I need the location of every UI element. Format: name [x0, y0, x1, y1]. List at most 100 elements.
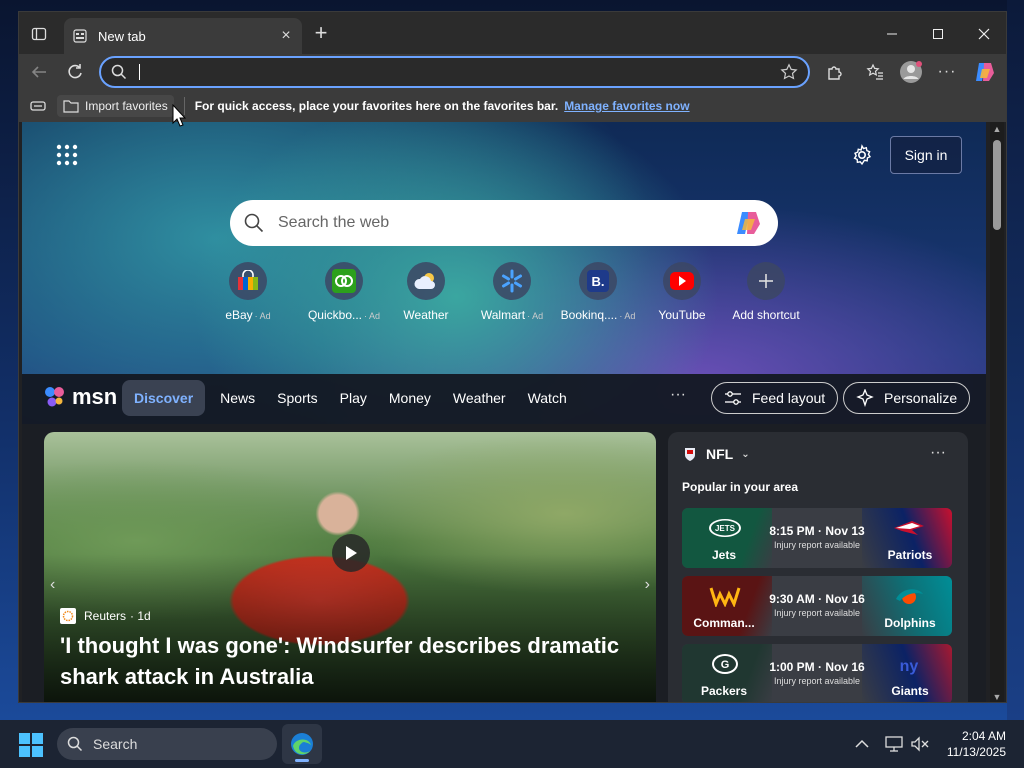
copilot-icon[interactable]	[734, 208, 764, 238]
page-settings-button[interactable]	[851, 144, 873, 166]
display-icon[interactable]	[884, 734, 904, 754]
game-time: 9:30 AM · Nov 16	[769, 592, 865, 606]
address-bar[interactable]	[99, 56, 810, 88]
search-icon	[67, 736, 83, 752]
chevron-down-icon: ⌄	[741, 448, 750, 460]
weather-icon	[407, 262, 445, 300]
tab-watch[interactable]: Watch	[517, 380, 578, 416]
page-scrollbar[interactable]: ▲ ▼	[990, 122, 1004, 702]
tab-actions-button[interactable]	[25, 21, 53, 47]
away-team: Giants	[891, 684, 929, 698]
taskbar-search[interactable]: Search	[57, 728, 277, 760]
profile-button[interactable]	[897, 59, 925, 85]
reuters-icon	[60, 608, 76, 624]
walmart-icon	[493, 262, 531, 300]
article-source: Reuters · 1d	[60, 608, 151, 624]
tab-sports[interactable]: Sports	[266, 380, 328, 416]
back-arrow-icon	[31, 66, 46, 78]
favorite-star-icon[interactable]	[780, 63, 798, 81]
address-input[interactable]	[144, 64, 780, 80]
maximize-button[interactable]	[915, 20, 961, 48]
msn-logo[interactable]: msn	[44, 384, 117, 410]
navigation-toolbar: ···	[19, 54, 1006, 90]
new-tab-page-icon	[72, 28, 88, 44]
carousel-next-icon[interactable]: ›	[645, 576, 650, 594]
shortcut-add[interactable]: Add shortcut	[724, 262, 808, 322]
shortcut-ebay[interactable]: eBay · Ad	[206, 262, 290, 322]
web-search-input[interactable]	[278, 214, 734, 232]
tab-new-tab[interactable]: New tab ×	[64, 18, 302, 54]
favorites-button[interactable]	[861, 59, 889, 85]
svg-text:JETS: JETS	[715, 524, 736, 533]
settings-more-button[interactable]: ···	[933, 59, 961, 85]
tab-weather[interactable]: Weather	[442, 380, 517, 416]
close-icon	[978, 28, 990, 40]
msn-more-button[interactable]: ···	[670, 386, 686, 404]
shortcut-quickbooks[interactable]: Quickbo... · Ad	[302, 262, 386, 322]
sign-in-button[interactable]: Sign in	[890, 136, 962, 174]
shortcut-youtube[interactable]: YouTube	[640, 262, 724, 322]
personalize-button[interactable]: Personalize	[843, 382, 971, 414]
volume-muted-icon[interactable]	[910, 734, 930, 754]
scroll-down-icon[interactable]: ▼	[992, 692, 1002, 702]
refresh-icon	[68, 64, 82, 79]
tab-close-icon[interactable]: ×	[278, 28, 294, 44]
scroll-up-icon[interactable]: ▲	[992, 124, 1002, 134]
nfl-subtitle: Popular in your area	[682, 480, 799, 494]
tab-news[interactable]: News	[209, 380, 266, 416]
minimize-button[interactable]	[869, 20, 915, 48]
game-row[interactable]: G ny 1:00 PM · Nov 16 Injury report avai…	[682, 644, 952, 702]
nfl-more-button[interactable]: ···	[930, 444, 946, 462]
carousel-prev-icon[interactable]: ‹	[50, 576, 55, 594]
manage-favorites-link[interactable]: Manage favorites now	[564, 99, 689, 113]
favorites-bar: Import favorites For quick access, place…	[19, 90, 1006, 122]
tab-discover[interactable]: Discover	[122, 380, 206, 416]
extensions-button[interactable]	[821, 59, 849, 85]
nfl-card: NFL ⌄ ··· Popular in your area JETS 8:15…	[668, 432, 968, 702]
hero-article-card[interactable]: ‹ › Reuters · 1d 'I thought I was gone':…	[44, 432, 656, 702]
play-button[interactable]	[332, 534, 370, 572]
tab-play[interactable]: Play	[329, 380, 378, 416]
app-launcher-button[interactable]	[56, 144, 78, 166]
taskbar-edge-button[interactable]	[282, 724, 322, 764]
active-indicator	[295, 759, 309, 762]
ad-badge: · Ad	[619, 311, 636, 321]
collections-icon[interactable]	[25, 100, 51, 112]
new-tab-button[interactable]: +	[309, 22, 333, 46]
refresh-button[interactable]	[61, 59, 89, 85]
scrollbar-thumb[interactable]	[993, 140, 1001, 230]
jets-logo-icon: JETS	[708, 516, 742, 540]
shortcut-booking[interactable]: B. Bookinq.... · Ad	[556, 262, 640, 322]
tab-title: New tab	[98, 28, 146, 44]
copilot-button[interactable]	[971, 59, 999, 85]
game-row[interactable]: JETS 8:15 PM · Nov 13 Injury report avai…	[682, 508, 952, 568]
game-row[interactable]: 9:30 AM · Nov 16 Injury report available…	[682, 576, 952, 636]
windows-start-icon[interactable]	[18, 732, 44, 758]
feed-layout-button[interactable]: Feed layout	[711, 382, 839, 414]
taskbar-search-label: Search	[93, 736, 138, 752]
svg-text:ny: ny	[900, 658, 919, 675]
injury-note: Injury report available	[773, 540, 861, 550]
web-search-box[interactable]	[230, 200, 778, 246]
mouse-cursor-icon	[172, 104, 186, 127]
minimize-icon	[887, 33, 897, 35]
clock-time: 2:04 AM	[961, 729, 1006, 743]
shortcut-label: eBay	[225, 308, 253, 322]
system-clock[interactable]: 2:04 AM 11/13/2025	[947, 728, 1006, 760]
back-button[interactable]	[25, 59, 53, 85]
show-hidden-icons-button[interactable]	[852, 734, 872, 754]
shortcut-walmart[interactable]: Walmart · Ad	[470, 262, 554, 322]
giants-logo-icon: ny	[892, 652, 926, 676]
nfl-header[interactable]: NFL ⌄	[684, 446, 750, 462]
msn-butterfly-icon	[45, 387, 64, 407]
shortcut-weather[interactable]: Weather	[384, 262, 468, 322]
import-favorites-label: Import favorites	[85, 99, 168, 113]
gear-icon	[853, 144, 872, 166]
shortcuts-row: eBay · Ad Quickbo... · Ad Weather Walmart ·…	[220, 262, 800, 332]
close-window-button[interactable]	[961, 20, 1006, 48]
import-favorites-button[interactable]: Import favorites	[57, 95, 174, 117]
home-team: Jets	[711, 548, 737, 562]
apps-grid-icon	[56, 144, 78, 166]
article-headline[interactable]: 'I thought I was gone': Windsurfer descr…	[60, 630, 620, 692]
tab-money[interactable]: Money	[378, 380, 442, 416]
